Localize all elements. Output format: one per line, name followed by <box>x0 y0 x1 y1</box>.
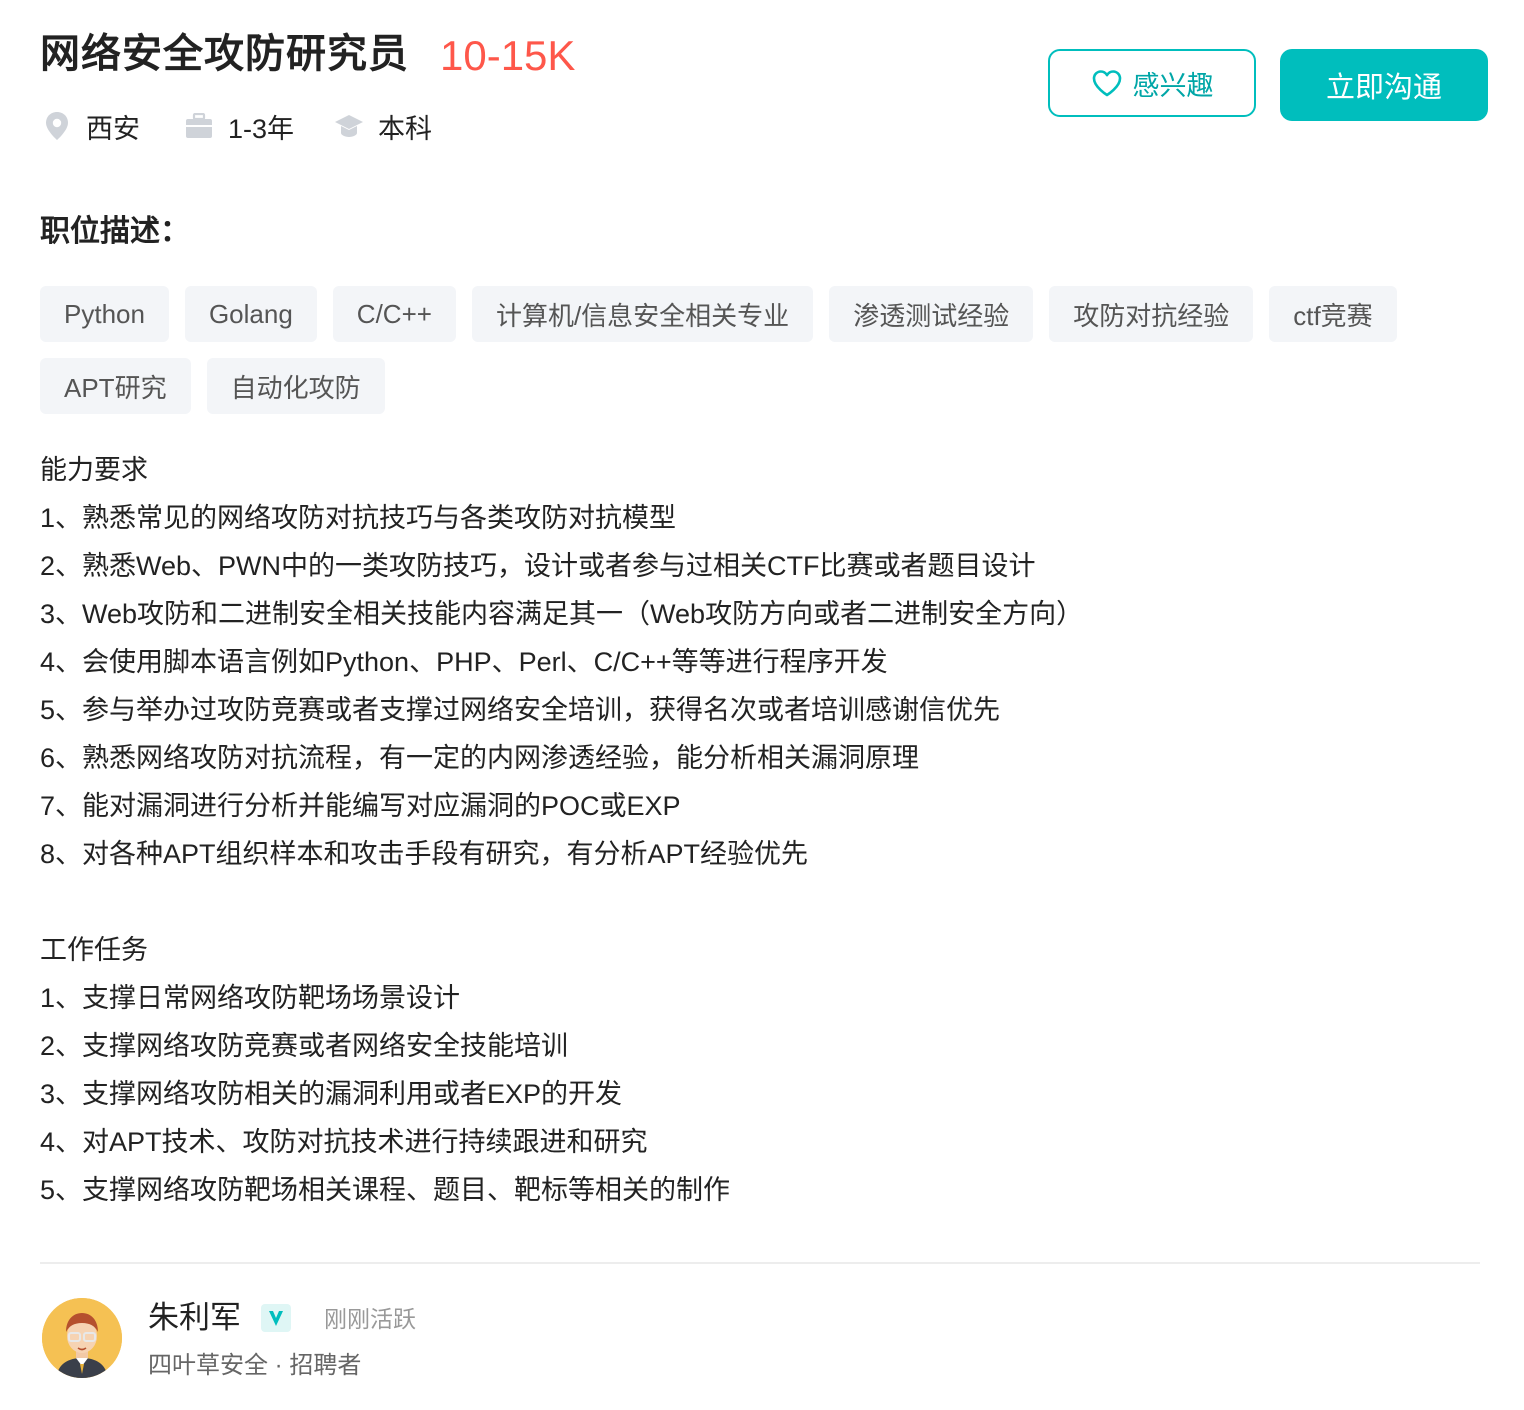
divider <box>40 1262 1480 1264</box>
task-line: 2、支撑网络攻防竞赛或者网络安全技能培训 <box>40 1031 569 1061</box>
skill-tag: APT研究 <box>40 358 191 414</box>
task-line: 3、支撑网络攻防相关的漏洞利用或者EXP的开发 <box>40 1079 623 1109</box>
interest-label: 感兴趣 <box>1132 70 1214 101</box>
skill-tag: C/C++ <box>332 286 456 342</box>
location-text: 西安 <box>86 113 140 144</box>
recruiter-avatar[interactable] <box>42 1298 122 1378</box>
briefcase-icon <box>184 111 214 141</box>
requirement-line: 4、会使用脚本语言例如Python、PHP、Perl、C/C++等等进行程序开发 <box>40 647 888 677</box>
graduation-cap-icon <box>334 111 364 141</box>
requirements-heading: 能力要求 <box>40 455 148 485</box>
education: 本科 <box>334 107 432 146</box>
requirement-line: 5、参与举办过攻防竞赛或者支撑过网络安全培训，获得名次或者培训感谢信优先 <box>40 695 1001 725</box>
job-meta: 西安 1-3年 本科 <box>40 104 472 148</box>
skill-tag: 计算机/信息安全相关专业 <box>471 286 814 342</box>
skill-tag: 自动化攻防 <box>206 358 385 414</box>
description-heading: 职位描述： <box>40 215 190 248</box>
job-description-text: 能力要求 1、熟悉常见的网络攻防对抗技巧与各类攻防对抗模型 2、熟悉Web、PW… <box>40 446 1480 1214</box>
experience: 1-3年 <box>184 107 294 146</box>
chat-now-button[interactable]: 立即沟通 <box>1280 49 1488 121</box>
tasks-heading: 工作任务 <box>40 935 148 965</box>
location-pin-icon <box>42 111 72 141</box>
salary: 10-15K <box>440 32 576 79</box>
skill-tags: Python Golang C/C++ 计算机/信息安全相关专业 渗透测试经验 … <box>40 286 1440 430</box>
requirement-line: 8、对各种APT组织样本和攻击手段有研究，有分析APT经验优先 <box>40 839 809 869</box>
skill-tag: ctf竞赛 <box>1269 286 1397 342</box>
verified-badge-icon <box>260 1303 292 1333</box>
recruiter-name: 朱利军 <box>148 1300 241 1335</box>
task-line: 5、支撑网络攻防靶场相关课程、题目、靶标等相关的制作 <box>40 1175 731 1205</box>
interest-button[interactable]: 感兴趣 <box>1048 49 1256 117</box>
requirement-line: 1、熟悉常见的网络攻防对抗技巧与各类攻防对抗模型 <box>40 503 677 533</box>
task-line: 4、对APT技术、攻防对抗技术进行持续跟进和研究 <box>40 1127 648 1157</box>
location: 西安 <box>40 107 140 146</box>
heart-icon <box>1091 68 1123 98</box>
recruiter-company: 四叶草安全 · 招聘者 <box>148 1352 362 1379</box>
requirement-line: 3、Web攻防和二进制安全相关技能内容满足其一（Web攻防方向或者二进制安全方向… <box>40 599 1084 629</box>
requirement-line: 2、熟悉Web、PWN中的一类攻防技巧，设计或者参与过相关CTF比赛或者题目设计 <box>40 551 1036 581</box>
requirement-line: 7、能对漏洞进行分析并能编写对应漏洞的POC或EXP <box>40 791 681 821</box>
experience-text: 1-3年 <box>228 113 295 144</box>
skill-tag: Python <box>40 286 169 342</box>
requirement-line: 6、熟悉网络攻防对抗流程，有一定的内网渗透经验，能分析相关漏洞原理 <box>40 743 920 773</box>
job-title: 网络安全攻防研究员 <box>40 32 409 76</box>
recruiter-status: 刚刚活跃 <box>324 1306 416 1332</box>
education-text: 本科 <box>378 113 433 144</box>
skill-tag: 攻防对抗经验 <box>1049 286 1254 342</box>
skill-tag: Golang <box>184 286 317 342</box>
task-line: 1、支撑日常网络攻防靶场场景设计 <box>40 983 461 1013</box>
skill-tag: 渗透测试经验 <box>829 286 1034 342</box>
